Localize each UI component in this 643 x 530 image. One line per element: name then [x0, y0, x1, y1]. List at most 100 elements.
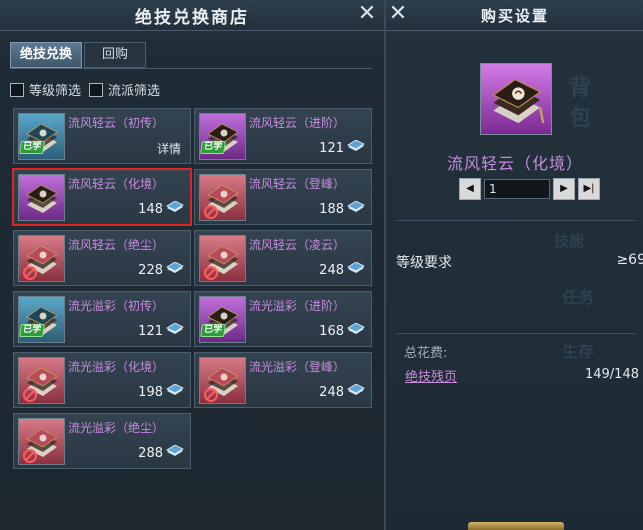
unavailable-icon [204, 388, 218, 402]
selected-skill-book-icon [480, 63, 552, 135]
quantity-input[interactable]: 1 [484, 179, 550, 199]
price-value: 168 [319, 323, 344, 339]
skill-page-currency-icon [347, 200, 365, 217]
unavailable-icon [204, 266, 218, 280]
checkbox-icon [89, 82, 104, 97]
item-name: 流光溢彩（登峰） [249, 360, 346, 374]
level-filter-checkbox[interactable]: 等级筛选 [10, 80, 81, 99]
skill-page-currency-icon [347, 139, 365, 156]
item-name: 流风轻云（进阶） [249, 116, 346, 130]
item-price: 168 [319, 322, 365, 339]
shop-item-card[interactable]: 已学 流风轻云（进阶） 121 [194, 108, 372, 164]
price-value: 248 [319, 262, 344, 278]
price-value: 121 [138, 323, 163, 339]
tab-skill-exchange[interactable]: 绝技兑换 [10, 42, 83, 68]
watermark-text: 包 [569, 106, 592, 131]
quantity-stepper: ◀ 1 ▶ ▶| [459, 178, 600, 200]
price-value: 188 [319, 201, 344, 217]
price-value: 198 [138, 384, 163, 400]
selected-item-name: 流风轻云（化境） [446, 154, 583, 173]
skill-book-icon [18, 357, 65, 404]
item-name: 流光溢彩（绝尘） [68, 421, 165, 435]
skill-page-currency-icon [166, 383, 184, 400]
checkbox-icon [10, 82, 24, 97]
price-value: 121 [319, 140, 344, 156]
shop-item-card[interactable]: 流风轻云（化境） 148 [12, 168, 192, 226]
item-name: 流风轻云（凌云） [249, 238, 346, 252]
shop-item-card[interactable]: 已学 流光溢彩（进阶） 168 [194, 291, 372, 347]
shop-item-card[interactable]: 已学 流风轻云（初传） 详情 [13, 108, 191, 164]
item-price: 248 [319, 261, 365, 278]
shop-item-card[interactable]: 流风轻云（登峰） 188 [194, 169, 372, 225]
skill-book-icon [199, 235, 246, 282]
item-price: 248 [319, 383, 365, 400]
skill-book-icon [18, 235, 65, 282]
filter-bar: 等级筛选 流派筛选 [10, 80, 168, 99]
shop-close-icon[interactable]: ✕ [356, 2, 378, 26]
watermark-text: 生存 [562, 342, 595, 361]
price-value: 228 [138, 262, 163, 278]
divider [396, 333, 636, 334]
buy-button-edge[interactable] [468, 522, 564, 530]
skill-page-currency-icon [347, 261, 365, 278]
watermark-text: 背 [569, 76, 592, 101]
item-price: 288 [138, 444, 184, 461]
school-filter-label: 流派筛选 [108, 84, 161, 99]
divider [396, 220, 636, 221]
level-requirement-value: ≥69 [616, 252, 643, 268]
item-price: 121 [319, 139, 365, 156]
skill-book-icon [199, 357, 246, 404]
unavailable-icon [23, 266, 37, 280]
watermark-text: 任务 [562, 288, 595, 307]
learned-badge: 已学 [19, 324, 45, 337]
watermark-text: 技能 [554, 232, 585, 250]
skill-book-icon [199, 174, 246, 221]
shop-titlebar: 绝技兑换商店 ✕ [0, 0, 384, 31]
skill-book-icon: 已学 [199, 113, 246, 160]
decrease-button[interactable]: ◀ [459, 178, 481, 200]
skill-shop-panel: 绝技兑换商店 ✕ 绝技兑换 回购 等级筛选 流派筛选 已学 流风轻云（初传） 详情 [0, 0, 385, 530]
max-quantity-button[interactable]: ▶| [578, 178, 600, 200]
tab-divider [10, 68, 372, 69]
shop-item-card[interactable]: 流光溢彩（登峰） 248 [194, 352, 372, 408]
buy-title: 购买设置 [480, 7, 549, 25]
purchase-settings-panel: ✕ 购买设置 背 包 技能 任务 生存 流风轻云（化境） ◀ 1 ▶ ▶| 等级… [385, 0, 643, 530]
skill-page-currency-icon [166, 261, 184, 278]
shop-item-card[interactable]: 流风轻云（绝尘） 228 [13, 230, 191, 286]
shop-item-card[interactable]: 流光溢彩（绝尘） 288 [13, 413, 191, 469]
item-price: 188 [319, 200, 365, 217]
buy-titlebar: ✕ 购买设置 [386, 0, 643, 31]
price-value: 288 [138, 445, 163, 461]
total-cost-label: 总花费: [404, 346, 448, 361]
shop-item-card[interactable]: 流光溢彩（化境） 198 [13, 352, 191, 408]
item-name: 流光溢彩（进阶） [249, 299, 346, 313]
price-value: 248 [319, 384, 344, 400]
skill-page-currency-icon [347, 322, 365, 339]
level-requirement-label: 等级要求 [396, 255, 452, 271]
item-name: 流风轻云（登峰） [249, 177, 346, 191]
skill-book-icon: 已学 [199, 296, 246, 343]
tab-buyback[interactable]: 回购 [84, 42, 147, 68]
school-filter-checkbox[interactable]: 流派筛选 [89, 80, 160, 99]
learned-badge: 已学 [200, 324, 226, 337]
cost-value: 149/148 [584, 367, 639, 382]
shop-tabs: 绝技兑换 回购 [10, 42, 147, 68]
item-name: 流风轻云（绝尘） [68, 238, 165, 252]
skill-book-icon [18, 418, 65, 465]
details-link[interactable]: 详情 [157, 140, 181, 157]
shop-item-card[interactable]: 已学 流光溢彩（初传） 121 [13, 291, 191, 347]
unavailable-icon [23, 388, 37, 402]
item-price: 198 [138, 383, 184, 400]
item-price: 228 [138, 261, 184, 278]
skill-page-currency-icon [166, 444, 184, 461]
price-value: 148 [138, 201, 163, 217]
shop-item-card[interactable]: 流风轻云（凌云） 248 [194, 230, 372, 286]
currency-link[interactable]: 绝技残页 [405, 366, 457, 385]
unavailable-icon [204, 205, 218, 219]
skill-book-icon: 已学 [18, 113, 65, 160]
item-name: 流风轻云（初传） [68, 116, 165, 130]
increase-button[interactable]: ▶ [553, 178, 575, 200]
unavailable-icon [23, 449, 37, 463]
skill-page-currency-icon [166, 322, 184, 339]
item-name: 流风轻云（化境） [68, 177, 165, 191]
